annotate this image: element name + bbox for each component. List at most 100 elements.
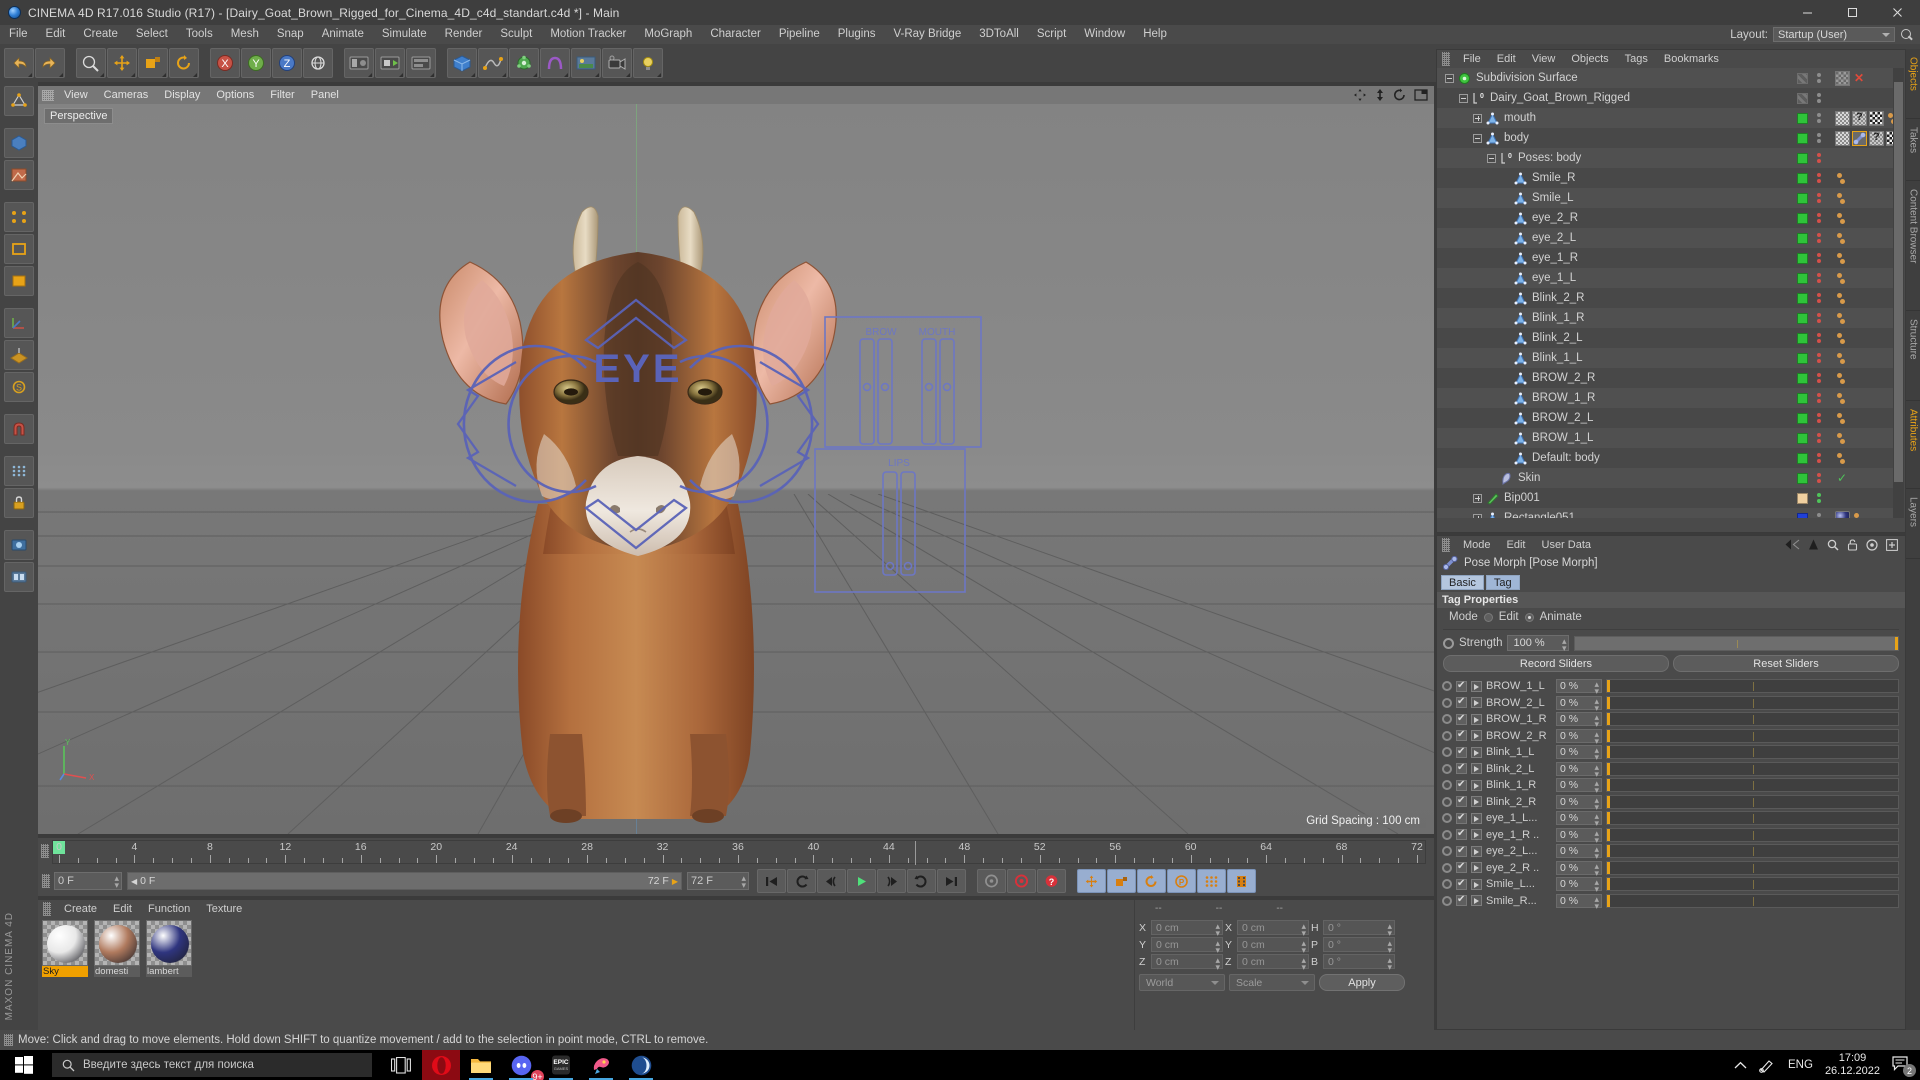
x-axis-lock-button[interactable]: X xyxy=(210,48,240,78)
spinner-icon[interactable]: ▴ ▾ xyxy=(1594,861,1599,877)
object-name-label[interactable]: BROW_2_R xyxy=(1532,372,1595,384)
object-name-label[interactable]: Blink_1_L xyxy=(1532,352,1583,364)
menu-file[interactable]: File xyxy=(0,25,37,44)
slider-knob[interactable] xyxy=(1607,828,1610,841)
dock-tab-objects[interactable]: Objects xyxy=(1906,49,1920,119)
scale-keyframe-button[interactable] xyxy=(1107,869,1136,893)
keyframe-selection-button[interactable] xyxy=(1227,869,1256,893)
object-name-label[interactable]: body xyxy=(1504,132,1529,144)
coord-field-position[interactable]: 0 cm ▴ ▾ xyxy=(1151,954,1223,972)
unknown-tag-icon[interactable]: ? xyxy=(1852,110,1867,126)
collapse-icon[interactable] xyxy=(1487,153,1496,163)
om-menu-edit[interactable]: Edit xyxy=(1489,53,1524,65)
coord-field-size[interactable]: 0 cm ▴ ▾ xyxy=(1237,920,1309,938)
add-tab-icon[interactable] xyxy=(1886,538,1898,551)
frame-range-bar[interactable]: ◀ 0 F 72 F ▶ xyxy=(127,872,682,890)
material-name-label[interactable]: lambert xyxy=(146,966,192,977)
snap-settings-button[interactable]: S xyxy=(4,372,34,402)
object-name-label[interactable]: Blink_1_R xyxy=(1532,312,1584,324)
menu-snap[interactable]: Snap xyxy=(268,25,313,44)
coordinate-system-dropdown[interactable]: World xyxy=(1139,974,1225,991)
object-color-swatch[interactable] xyxy=(1797,92,1808,104)
material-thumbnail[interactable] xyxy=(146,920,192,966)
layout-dropdown[interactable]: Startup (User) xyxy=(1773,27,1895,42)
menu-render[interactable]: Render xyxy=(436,25,492,44)
slider-knob[interactable] xyxy=(1607,795,1610,808)
viewport-menu-display[interactable]: Display xyxy=(156,89,208,101)
material-item[interactable]: domesti xyxy=(94,920,140,977)
object-color-swatch[interactable] xyxy=(1797,232,1808,244)
autokeying-button[interactable] xyxy=(977,869,1006,893)
object-name-label[interactable]: Smile_L xyxy=(1532,192,1574,204)
object-tree-row[interactable]: Rectangle051 xyxy=(1437,508,1893,518)
coord-field-size[interactable]: 0 cm ▴ ▾ xyxy=(1237,937,1309,955)
scale-tool-button[interactable] xyxy=(138,48,168,78)
frame-forward-button[interactable] xyxy=(877,869,906,893)
visibility-dots[interactable] xyxy=(1817,453,1821,463)
object-color-swatch[interactable] xyxy=(1797,292,1808,304)
lock-icon[interactable] xyxy=(1847,538,1858,551)
object-color-swatch[interactable] xyxy=(1797,372,1808,384)
timeline-ruler[interactable]: 0 4 8 12 16 20 24 28 32 36 40 44 48 52 56 60 64 68 72 xyxy=(52,840,1426,865)
previous-key-button[interactable] xyxy=(787,869,816,893)
material-thumbnail[interactable] xyxy=(94,920,140,966)
morph-target-icon[interactable] xyxy=(1471,829,1482,841)
mode-animate-radio[interactable] xyxy=(1524,612,1534,622)
material-menu-texture[interactable]: Texture xyxy=(198,903,250,915)
morph-keyframe-radio[interactable] xyxy=(1442,714,1452,725)
object-name-label[interactable]: Blink_2_R xyxy=(1532,292,1584,304)
object-color-swatch[interactable] xyxy=(1797,172,1808,184)
pose-morph-tag-icon[interactable] xyxy=(1852,130,1867,146)
morph-value-field[interactable]: 0 % ▴ ▾ xyxy=(1556,860,1602,877)
add-environment-button[interactable] xyxy=(571,48,601,78)
spinner-icon[interactable]: ▴ ▾ xyxy=(741,874,746,890)
object-color-swatch[interactable] xyxy=(1797,412,1808,424)
object-manager-scrollbar[interactable] xyxy=(1893,68,1904,518)
zoom-view-icon[interactable] xyxy=(1374,88,1386,102)
om-menu-view[interactable]: View xyxy=(1524,53,1564,65)
spinner-icon[interactable]: ▴ ▾ xyxy=(1594,729,1599,745)
morph-enable-checkbox[interactable] xyxy=(1456,746,1467,758)
visibility-dots[interactable] xyxy=(1817,113,1821,123)
morph-target-icon[interactable] xyxy=(1471,730,1482,742)
slider-knob[interactable] xyxy=(1607,762,1610,775)
viewport-menu-filter[interactable]: Filter xyxy=(262,89,302,101)
panel-grip-icon[interactable] xyxy=(42,89,54,101)
strength-field[interactable]: 100 % ▴ ▾ xyxy=(1507,635,1570,653)
morph-enable-checkbox[interactable] xyxy=(1456,894,1467,907)
object-name-label[interactable]: BROW_2_L xyxy=(1532,412,1593,424)
coordinate-mode-dropdown[interactable]: Scale xyxy=(1229,974,1315,991)
spinner-icon[interactable]: ▴ ▾ xyxy=(1594,746,1599,762)
rotation-keyframe-button[interactable] xyxy=(1137,869,1166,893)
delete-tag-icon[interactable]: ✕ xyxy=(1854,72,1864,84)
coord-field-position[interactable]: 0 cm ▴ ▾ xyxy=(1151,937,1223,955)
menu-character[interactable]: Character xyxy=(701,25,770,44)
morph-target-icon[interactable] xyxy=(1471,746,1482,758)
morph-keyframe-radio[interactable] xyxy=(1442,829,1452,840)
point-level-animation-button[interactable] xyxy=(1197,869,1226,893)
edges-mode-button[interactable] xyxy=(4,234,34,264)
object-tree-row[interactable]: Blink_1_L xyxy=(1437,348,1893,368)
move-tool-button[interactable] xyxy=(107,48,137,78)
menu-pipeline[interactable]: Pipeline xyxy=(770,25,829,44)
render-view-button[interactable] xyxy=(344,48,374,78)
spinner-icon[interactable]: ▴ ▾ xyxy=(1301,939,1306,955)
strength-keyframe-icon[interactable] xyxy=(1443,637,1454,649)
timeline-playhead[interactable] xyxy=(915,841,916,865)
morph-value-field[interactable]: 0 % ▴ ▾ xyxy=(1556,811,1602,828)
material-menu-create[interactable]: Create xyxy=(56,903,105,915)
visibility-dots[interactable] xyxy=(1817,413,1821,423)
spinner-icon[interactable]: ▴ ▾ xyxy=(1594,812,1599,828)
material-item[interactable]: Sky xyxy=(42,920,88,977)
model-mode-button[interactable] xyxy=(4,128,34,158)
z-axis-lock-button[interactable]: Z xyxy=(272,48,302,78)
object-color-swatch[interactable] xyxy=(1797,432,1808,444)
add-generator-button[interactable] xyxy=(509,48,539,78)
attribute-grip-icon[interactable] xyxy=(1442,537,1450,552)
visibility-dots[interactable] xyxy=(1817,93,1821,103)
go-to-start-button[interactable] xyxy=(757,869,786,893)
scrollbar-thumb[interactable] xyxy=(1894,82,1903,482)
spinner-icon[interactable]: ▴ ▾ xyxy=(1594,713,1599,729)
start-button[interactable] xyxy=(0,1050,48,1080)
object-color-swatch[interactable] xyxy=(1797,212,1808,224)
